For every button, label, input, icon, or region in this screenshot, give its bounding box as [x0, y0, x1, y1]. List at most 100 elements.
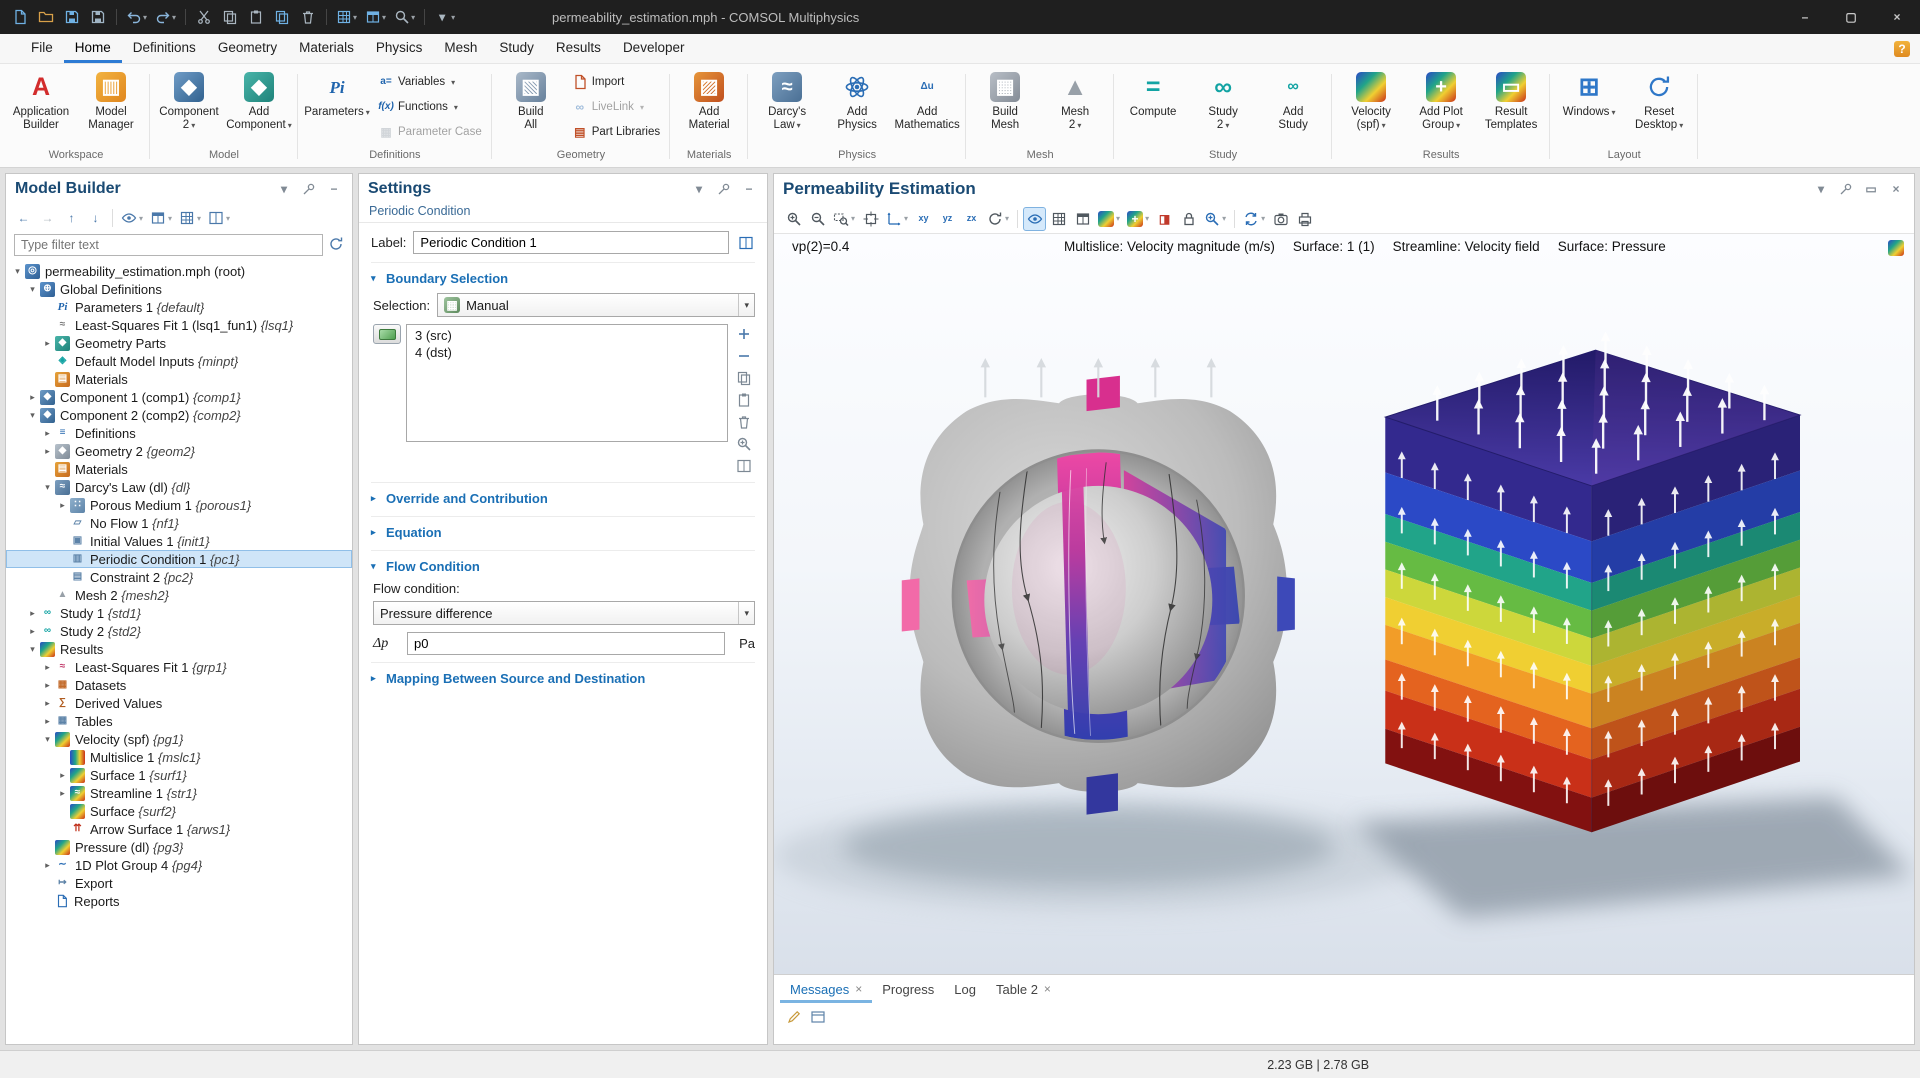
tree-node-mesh-2-mesh2[interactable]: ▲Mesh 2 {mesh2}: [6, 586, 352, 604]
tree-node-export[interactable]: ↦Export: [6, 874, 352, 892]
selection-active-toggle[interactable]: [373, 324, 401, 344]
tree-node-no-flow-1-nf1[interactable]: ▱No Flow 1 {nf1}: [6, 514, 352, 532]
tree-node-geometry-parts[interactable]: ▸◆Geometry Parts: [6, 334, 352, 352]
tree-refresh-button[interactable]: [328, 236, 344, 255]
delete-icon-button[interactable]: [296, 5, 320, 29]
tree-expander-icon[interactable]: ▸: [25, 626, 40, 637]
ribbon-parameter-case-button[interactable]: ▦Parameter Case: [373, 120, 487, 144]
ribbon-add-study-button[interactable]: ∞Add Study: [1259, 68, 1327, 135]
redo-icon-button[interactable]: ▾: [152, 5, 179, 29]
zoom-box-icon-button[interactable]: ▾: [830, 207, 858, 231]
model-tree-icon-button[interactable]: ▾: [333, 5, 360, 29]
refresh-view-icon-button[interactable]: ▾: [984, 207, 1012, 231]
snapshot-icon-button[interactable]: [1269, 207, 1292, 231]
collapse-all-icon-button[interactable]: ▾: [176, 206, 204, 230]
view-zx-icon-button[interactable]: zx: [960, 207, 983, 231]
element-id-button[interactable]: [736, 234, 755, 252]
close-tab-icon[interactable]: ×: [1044, 982, 1051, 996]
customize-toolbar-icon-button[interactable]: ▾▾: [431, 5, 458, 29]
close-panel-icon-button[interactable]: ×: [1887, 180, 1905, 198]
tree-expander-icon[interactable]: ▸: [25, 392, 40, 403]
tree-node-porous-medium-1-porous1[interactable]: ▸∷Porous Medium 1 {porous1}: [6, 496, 352, 514]
tree-node-velocity-spf-pg1[interactable]: ▾Velocity (spf) {pg1}: [6, 730, 352, 748]
move-up-icon-button[interactable]: ↑: [60, 206, 83, 230]
paste-icon-button[interactable]: [244, 5, 268, 29]
ribbon-import-button[interactable]: Import: [567, 70, 665, 94]
tree-node-study-2-std2[interactable]: ▸∞Study 2 {std2}: [6, 622, 352, 640]
plot-table-icon-button[interactable]: [1071, 207, 1094, 231]
selection-list-item[interactable]: 4 (dst): [407, 344, 727, 361]
ribbon-model-manager-button[interactable]: ▥Model Manager: [77, 68, 145, 135]
menu-mesh[interactable]: Mesh: [433, 34, 488, 63]
move-down-icon-button[interactable]: ↓: [84, 206, 107, 230]
menu-physics[interactable]: Physics: [365, 34, 434, 63]
flow-condition-header[interactable]: ▾ Flow Condition: [371, 556, 755, 577]
tree-node-global-definitions[interactable]: ▾⊕Global Definitions: [6, 280, 352, 298]
open-icon-button[interactable]: [34, 5, 58, 29]
plot-second-icon-button[interactable]: +▾: [1124, 207, 1152, 231]
tree-expander-icon[interactable]: ▸: [40, 860, 55, 871]
tree-node-definitions[interactable]: ▸≡Definitions: [6, 424, 352, 442]
save-to-icon-button[interactable]: [86, 5, 110, 29]
clear-log-icon-button[interactable]: [784, 1008, 803, 1026]
tree-expander-icon[interactable]: ▾: [40, 734, 55, 745]
tree-expander-icon[interactable]: ▸: [55, 770, 70, 781]
menu-study[interactable]: Study: [488, 34, 545, 63]
tree-node-datasets[interactable]: ▸▦Datasets: [6, 676, 352, 694]
label-input[interactable]: [413, 231, 729, 254]
plot-area[interactable]: vp(2)=0.4 Multislice: Velocity magnitude…: [774, 234, 1914, 974]
tree-node-component-1-comp1-comp1[interactable]: ▸◆Component 1 (comp1) {comp1}: [6, 388, 352, 406]
tree-expander-icon[interactable]: ▸: [40, 428, 55, 439]
tree-expander-icon[interactable]: ▸: [40, 698, 55, 709]
ribbon-result-templates-button[interactable]: ▭Result Templates: [1477, 68, 1545, 135]
tree-node-results[interactable]: ▾Results: [6, 640, 352, 658]
pin-icon-button[interactable]: [1837, 180, 1855, 198]
mapping-header[interactable]: ▸ Mapping Between Source and Destination: [371, 668, 755, 689]
tree-expander-icon[interactable]: ▾: [40, 482, 55, 493]
tree-node-geometry-2-geom2[interactable]: ▸◆Geometry 2 {geom2}: [6, 442, 352, 460]
new-file-icon-button[interactable]: [8, 5, 32, 29]
plot-first-icon-button[interactable]: ▾: [1095, 207, 1123, 231]
selection-list-item[interactable]: 3 (src): [407, 327, 727, 344]
ribbon-velocity-spf-button[interactable]: Velocity (spf)▾: [1337, 68, 1405, 135]
ribbon-study-2-button[interactable]: ∞Study 2▾: [1189, 68, 1257, 135]
tree-node-arrow-surface-1-arws1[interactable]: ⇈Arrow Surface 1 {arws1}: [6, 820, 352, 838]
minimize-window-icon-button[interactable]: –: [1782, 0, 1828, 34]
scene-light-icon-button[interactable]: [1023, 207, 1046, 231]
tree-expander-icon[interactable]: ▸: [40, 446, 55, 457]
minimize-panel-icon-button[interactable]: −: [740, 180, 758, 198]
create-selection-icon-button[interactable]: [735, 457, 754, 475]
zoom-in-icon-button[interactable]: [782, 207, 805, 231]
ribbon-component-2-button[interactable]: ◆Component 2▾: [155, 68, 223, 135]
copy-selection-icon-button[interactable]: [735, 369, 754, 387]
nav-forward-icon-button[interactable]: →: [36, 206, 59, 230]
zoom-out-icon-button[interactable]: [806, 207, 829, 231]
tree-node-pressure-dl-pg3[interactable]: Pressure (dl) {pg3}: [6, 838, 352, 856]
override-header[interactable]: ▸ Override and Contribution: [371, 488, 755, 509]
panel-menu-icon-button[interactable]: ▾: [1812, 180, 1830, 198]
ribbon-mesh-2-button[interactable]: ▲Mesh 2▾: [1041, 68, 1109, 135]
ribbon-build-all-button[interactable]: ▧Build All: [497, 68, 565, 135]
tree-node-materials[interactable]: ▤Materials: [6, 370, 352, 388]
tree-expander-icon[interactable]: ▾: [25, 410, 40, 421]
tree-node-streamline-1-str1[interactable]: ▸≈Streamline 1 {str1}: [6, 784, 352, 802]
grid-icon-button[interactable]: [1047, 207, 1070, 231]
clear-selection-icon-button[interactable]: [735, 413, 754, 431]
paste-selection-icon-button[interactable]: [735, 391, 754, 409]
boundary-selection-list[interactable]: 3 (src)4 (dst): [406, 324, 728, 442]
flow-condition-dropdown[interactable]: Pressure difference ▾: [373, 601, 755, 625]
ribbon-darcy-s-law-button[interactable]: ≈Darcy's Law▾: [753, 68, 821, 135]
tree-filter-icon-button[interactable]: ▾: [205, 206, 233, 230]
lock-axes-icon-button[interactable]: [1177, 207, 1200, 231]
ribbon-parameters-button[interactable]: PiParameters▾: [303, 68, 371, 122]
ribbon-part-libraries-button[interactable]: ▤Part Libraries: [567, 120, 665, 144]
cut-icon-button[interactable]: [192, 5, 216, 29]
ribbon-add-physics-button[interactable]: Add Physics: [823, 68, 891, 135]
tree-expander-icon[interactable]: ▸: [25, 608, 40, 619]
zoom-window-icon-button[interactable]: ▾: [391, 5, 418, 29]
ribbon-reset-desktop-button[interactable]: Reset Desktop▾: [1625, 68, 1693, 135]
float-panel-icon-button[interactable]: ▭: [1862, 180, 1880, 198]
pressure-difference-input[interactable]: [407, 632, 725, 655]
view-yz-icon-button[interactable]: yz: [936, 207, 959, 231]
tree-node-tables[interactable]: ▸▦Tables: [6, 712, 352, 730]
